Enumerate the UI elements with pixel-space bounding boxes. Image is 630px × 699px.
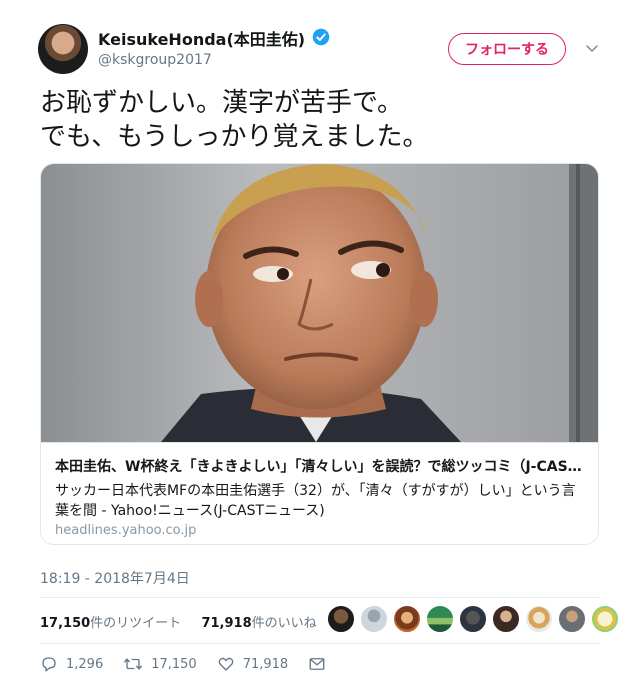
tweet-line-2: でも、もうしっかり覚えました。 [40, 122, 429, 152]
retweet-action[interactable]: 17,150 [123, 655, 197, 673]
tweet-text: お恥ずかしい。漢字が苦手で。 でも、もうしっかり覚えました。 [40, 86, 600, 154]
reply-action[interactable]: 1,296 [40, 655, 103, 673]
liker-avatar[interactable] [326, 604, 356, 634]
liker-avatars [326, 604, 623, 634]
liker-avatar[interactable] [458, 604, 488, 634]
divider-bottom [40, 643, 600, 644]
liker-avatar[interactable] [392, 604, 422, 634]
likes-stat-label: 件のいいね [251, 616, 317, 631]
card-title[interactable]: 本田圭佑、W杯終え「きよきよしい」「清々しい」を誤読？で総ツッコミ（J-CAST… [55, 456, 585, 476]
likes-stat-count: 71,918 [201, 616, 252, 631]
liker-avatar[interactable] [491, 604, 521, 634]
retweet-icon [124, 658, 143, 670]
liker-avatar[interactable] [590, 604, 620, 634]
liker-avatar[interactable] [425, 604, 455, 634]
reply-count: 1,296 [66, 656, 104, 672]
retweet-count: 17,150 [151, 656, 197, 672]
card-description: サッカー日本代表MFの本田圭佑選手（32）が、「清々（すがすが）しい」という言葉… [55, 483, 576, 519]
like-action[interactable]: 71,918 [217, 655, 289, 673]
user-avatar[interactable] [38, 24, 88, 74]
link-card[interactable]: 本田圭佑、W杯終え「きよきよしい」「清々しい」を誤読？で総ツッコミ（J-CAST… [40, 163, 599, 545]
tweet-timestamp[interactable]: 18:19 - 2018年7月4日 [40, 568, 190, 588]
retweets-stat-count: 17,150 [40, 616, 91, 631]
envelope-icon [309, 658, 325, 670]
user-display-name[interactable]: KeisukeHonda(本田圭佑) [98, 26, 305, 50]
reply-icon [42, 657, 56, 672]
heart-icon [218, 657, 234, 671]
follow-button[interactable]: フォローする [448, 33, 566, 65]
card-photo[interactable] [41, 164, 598, 442]
like-count: 71,918 [242, 656, 289, 672]
card-text[interactable]: 本田圭佑、W杯終え「きよきよしい」「清々しい」を誤読？で総ツッコミ（J-CAST… [41, 442, 598, 544]
liker-avatar[interactable] [359, 604, 389, 634]
divider-top [40, 597, 600, 598]
card-domain: headlines.yahoo.co.jp [55, 523, 197, 538]
dm-action[interactable] [308, 655, 334, 673]
user-handle[interactable]: @kskgroup2017 [98, 52, 212, 68]
tweet-line-1: お恥ずかしい。漢字が苦手で。 [40, 88, 403, 118]
likes-stat[interactable]: 71,918件のいいね [201, 616, 316, 631]
tweet-actions: 1,296 17,150 71,918 [40, 654, 354, 674]
verified-badge-icon [312, 28, 330, 46]
retweets-stat[interactable]: 17,150件のリツイート [40, 616, 181, 631]
chevron-down-icon[interactable] [582, 38, 602, 58]
liker-avatar[interactable] [524, 604, 554, 634]
portrait-photo [41, 164, 598, 442]
retweets-stat-label: 件のリツイート [90, 616, 182, 631]
engagement-stats: 17,150件のリツイート 71,918件のいいね [40, 612, 317, 631]
liker-avatar[interactable] [557, 604, 587, 634]
